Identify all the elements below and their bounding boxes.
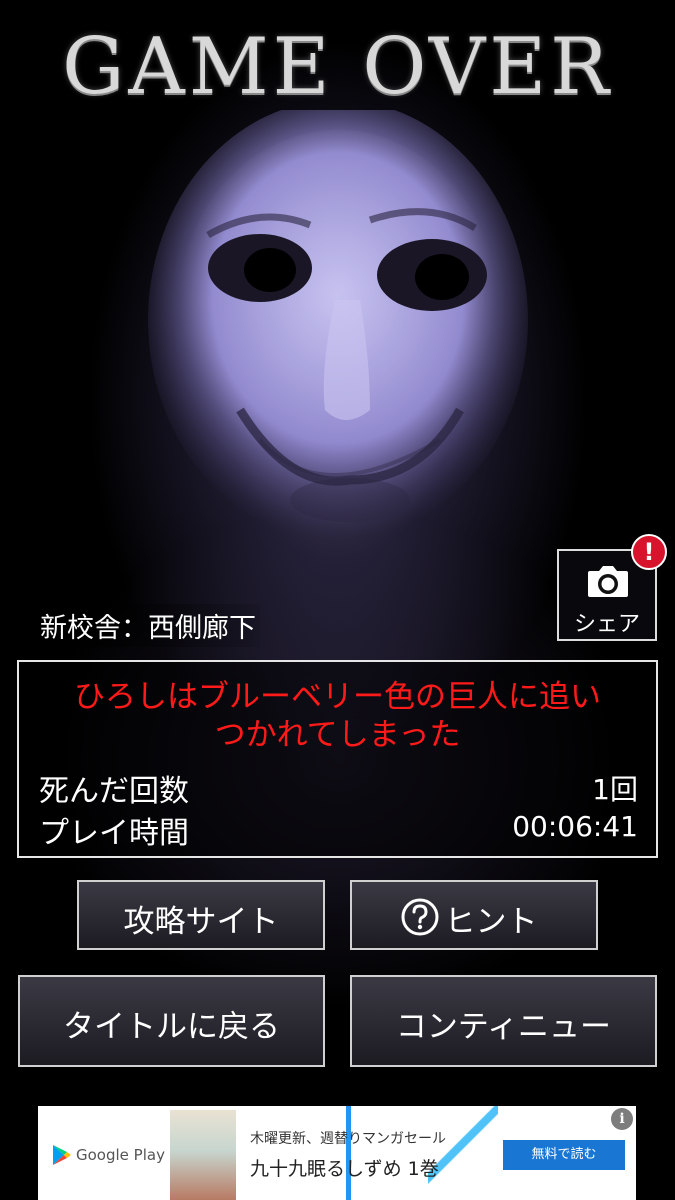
back-to-title-button[interactable]: タイトルに戻る xyxy=(18,975,325,1067)
ad-decor-stripe xyxy=(346,1106,351,1200)
hint-label: ヒント xyxy=(444,904,538,940)
google-play-icon xyxy=(53,1145,71,1165)
ad-read-free-button[interactable]: 無料で読む xyxy=(503,1140,625,1170)
continue-button[interactable]: コンティニュー xyxy=(350,975,657,1067)
continue-label: コンティニュー xyxy=(395,1009,612,1045)
camera-icon xyxy=(588,566,628,597)
ad-headline: 木曜更新、週替りマンガセール xyxy=(250,1131,446,1147)
hint-button[interactable]: ヒント xyxy=(350,880,598,950)
death-count-label: 死んだ回数 xyxy=(39,774,189,809)
game-over-title: GAME OVER xyxy=(62,22,613,112)
play-time-label: プレイ時間 xyxy=(39,816,189,851)
strategy-site-label: 攻略サイト xyxy=(123,904,279,940)
ad-banner[interactable]: Google Play 木曜更新、週替りマンガセール 九十九眠るしずめ 1巻 無… xyxy=(38,1106,636,1200)
ad-title: 九十九眠るしずめ 1巻 xyxy=(250,1158,439,1180)
google-play-label: Google Play xyxy=(76,1146,165,1164)
death-count-value: 1回 xyxy=(592,773,638,806)
death-message: ひろしはブルーベリー色の巨人に追い つかれてしまった xyxy=(19,678,656,754)
ad-decor-diagonal xyxy=(428,1106,498,1200)
manga-cover-image xyxy=(170,1110,236,1200)
death-message-text: ひろしはブルーベリー色の巨人に追い つかれてしまった xyxy=(74,679,601,753)
location-label: 新校舎：西側廊下 xyxy=(36,604,260,647)
play-time-value: 00:06:41 xyxy=(512,810,638,843)
back-to-title-label: タイトルに戻る xyxy=(63,1009,280,1045)
alert-badge-icon: ! xyxy=(631,534,667,570)
result-panel: ひろしはブルーベリー色の巨人に追い つかれてしまった 死んだ回数 1回 プレイ時… xyxy=(17,660,658,858)
giant-face-illustration xyxy=(148,110,528,540)
ad-info-icon[interactable]: i xyxy=(611,1108,633,1130)
share-label: シェア xyxy=(573,612,640,637)
strategy-site-button[interactable]: 攻略サイト xyxy=(77,880,325,950)
